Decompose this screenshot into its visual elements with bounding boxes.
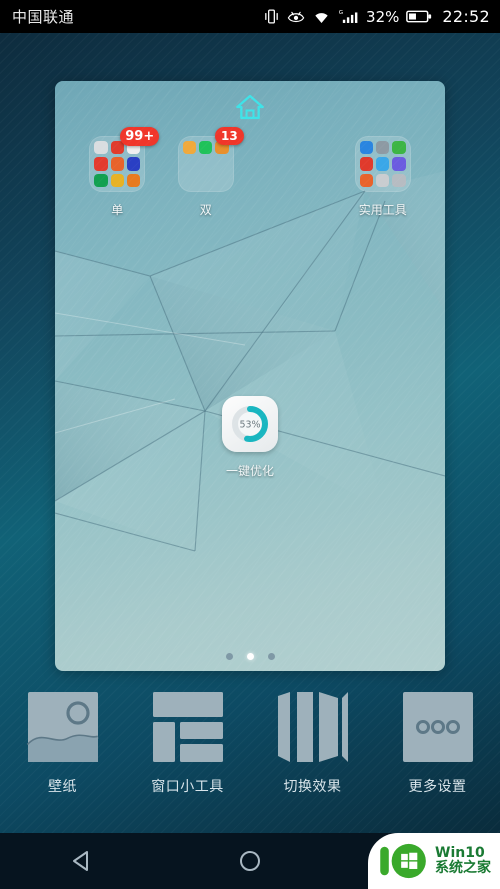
- circle-icon: [240, 851, 260, 871]
- mini-app-icon: [359, 157, 374, 171]
- option-label: 窗口小工具: [151, 779, 224, 795]
- mini-app-icon: [110, 173, 124, 187]
- mini-app-icon: [392, 141, 406, 155]
- transition-effect-icon: [276, 690, 350, 764]
- battery-percent-label: 32%: [366, 7, 400, 26]
- watermark-line2: 系统之家: [435, 860, 491, 876]
- mini-app-icon: [110, 157, 124, 171]
- option-label: 壁纸: [48, 779, 77, 795]
- option-widgets[interactable]: 窗口小工具: [125, 690, 250, 820]
- option-wallpaper[interactable]: 壁纸: [0, 690, 125, 820]
- mini-app-icon: [359, 141, 374, 155]
- optimizer-label: 一键优化: [225, 464, 274, 478]
- wifi-icon: [315, 12, 328, 23]
- watermark-text: Win10 系统之家: [435, 846, 491, 875]
- app-folder-row: 99+ 单 13 双 实用工具: [55, 127, 445, 218]
- optimizer-ring-gauge: 53%: [232, 406, 268, 442]
- watermark-line1: Win10: [435, 845, 485, 862]
- folder-tile[interactable]: 99+: [89, 127, 160, 192]
- mini-app-icon: [376, 141, 390, 155]
- mini-app-icon: [182, 141, 197, 155]
- mini-app-icon: [94, 173, 108, 187]
- mini-app-icon: [392, 173, 406, 187]
- mini-app-icon-empty: [199, 174, 212, 187]
- widgets-icon: [151, 690, 225, 764]
- mini-app-icon: [376, 157, 390, 171]
- win10-logo-icon: [380, 843, 426, 879]
- optimizer-widget[interactable]: 53% 一键优化: [55, 396, 445, 479]
- watermark: Win10 系统之家: [368, 833, 500, 889]
- home-editor-backdrop: 99+ 单 13 双 实用工具 53% 一键优化 壁纸 窗口小工具 切换效果 更…: [0, 33, 500, 833]
- svg-text:G: G: [339, 10, 343, 16]
- option-label: 切换效果: [283, 779, 342, 795]
- mini-app-icon: [94, 157, 108, 171]
- mini-app-icon: [359, 173, 374, 187]
- app-folder-label: 双: [199, 203, 212, 217]
- app-folder-label: 单: [111, 203, 124, 217]
- optimizer-tile[interactable]: 53%: [222, 396, 278, 452]
- folder-tile[interactable]: [354, 136, 411, 192]
- app-folder-dan[interactable]: 99+ 单: [73, 127, 162, 218]
- more-settings-icon: [401, 690, 475, 764]
- status-bar: 中国联通 G 32% 22:52: [0, 0, 500, 33]
- mini-app-icon-empty: [215, 174, 228, 187]
- home-button[interactable]: [167, 848, 334, 874]
- option-more-settings[interactable]: 更多设置: [375, 690, 500, 820]
- signal-g-icon: G: [339, 10, 358, 23]
- page-dot-2[interactable]: [246, 653, 254, 660]
- mini-app-icon: [376, 173, 390, 187]
- battery-icon: [406, 10, 432, 23]
- mini-app-icon: [199, 141, 213, 155]
- page-dot-1[interactable]: [225, 653, 233, 660]
- page-dot-3[interactable]: [267, 653, 275, 660]
- option-transition-effect[interactable]: 切换效果: [250, 690, 375, 820]
- notification-badge: 99+: [120, 127, 160, 146]
- option-label: 更多设置: [408, 779, 467, 795]
- home-indicator[interactable]: [55, 93, 445, 121]
- folder-tile[interactable]: 13: [177, 127, 244, 192]
- mini-app-icon-empty: [215, 157, 228, 170]
- vibrate-icon: [265, 9, 278, 24]
- notification-badge: 13: [215, 127, 244, 145]
- eye-care-icon: [287, 11, 305, 23]
- app-folder-tools[interactable]: 实用工具: [339, 136, 428, 218]
- mini-app-icon-empty: [199, 157, 212, 170]
- app-slot-empty: [250, 136, 339, 218]
- mini-app-icon: [126, 173, 141, 187]
- clock-label: 22:52: [442, 7, 490, 26]
- home-editor-option-menu: 壁纸 窗口小工具 切换效果 更多设置: [0, 690, 500, 820]
- wallpaper-icon: [26, 690, 100, 764]
- mini-app-icon-empty: [183, 157, 196, 170]
- mini-app-icon: [94, 141, 108, 155]
- optimizer-percent-text: 53%: [239, 419, 260, 430]
- mini-app-icon: [126, 157, 141, 171]
- triangle-left-icon: [73, 851, 89, 871]
- mini-app-icon-empty: [183, 174, 196, 187]
- home-screen-preview[interactable]: 99+ 单 13 双 实用工具 53% 一键优化: [55, 81, 445, 671]
- page-indicator-dots: [0, 653, 500, 660]
- home-icon: [236, 94, 264, 120]
- mini-app-icon: [392, 157, 406, 171]
- carrier-label: 中国联通: [12, 8, 75, 26]
- back-button[interactable]: [0, 848, 167, 874]
- app-folder-shuang[interactable]: 13 双: [162, 127, 251, 218]
- status-icons-group: G 32% 22:52: [263, 7, 490, 26]
- app-folder-label: 实用工具: [358, 203, 407, 217]
